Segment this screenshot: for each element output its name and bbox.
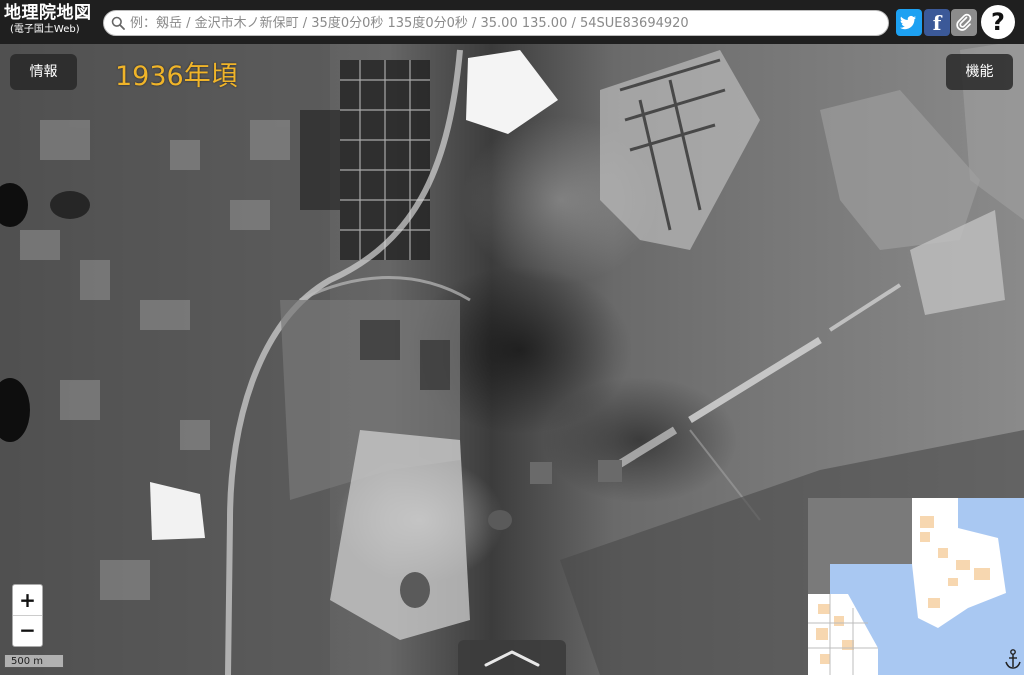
site-subtitle: (電子国土Web) [10,24,80,35]
zoom-out-button[interactable]: − [13,615,42,645]
search-icon[interactable] [111,16,125,30]
top-header: 地理院地図 (電子国土Web) f ? [0,0,1024,44]
facebook-icon: f [932,11,942,35]
overview-map-image [808,498,1024,675]
photo-year-label: 1936年頃 [115,61,238,92]
overview-map[interactable] [808,498,1024,675]
search-input[interactable] [130,13,880,33]
search-box [103,10,889,36]
paperclip-icon [956,13,972,31]
facebook-share-button[interactable]: f [924,9,950,36]
zoom-in-button[interactable]: + [13,585,42,616]
anchor-icon [1005,649,1021,669]
chevron-up-icon [484,650,540,667]
info-button[interactable]: 情報 [10,54,77,90]
scale-bar: 500 m [4,655,64,668]
help-icon: ? [991,8,1005,36]
twitter-share-button[interactable] [896,9,922,36]
help-button[interactable]: ? [981,5,1015,39]
link-copy-button[interactable] [951,9,977,36]
twitter-icon [900,15,916,30]
site-title: 地理院地図 [4,3,92,23]
zoom-control: + − [12,584,43,647]
expand-panel-button[interactable] [458,640,566,675]
site-logo[interactable]: 地理院地図 (電子国土Web) [4,4,98,40]
function-button[interactable]: 機能 [946,54,1013,90]
